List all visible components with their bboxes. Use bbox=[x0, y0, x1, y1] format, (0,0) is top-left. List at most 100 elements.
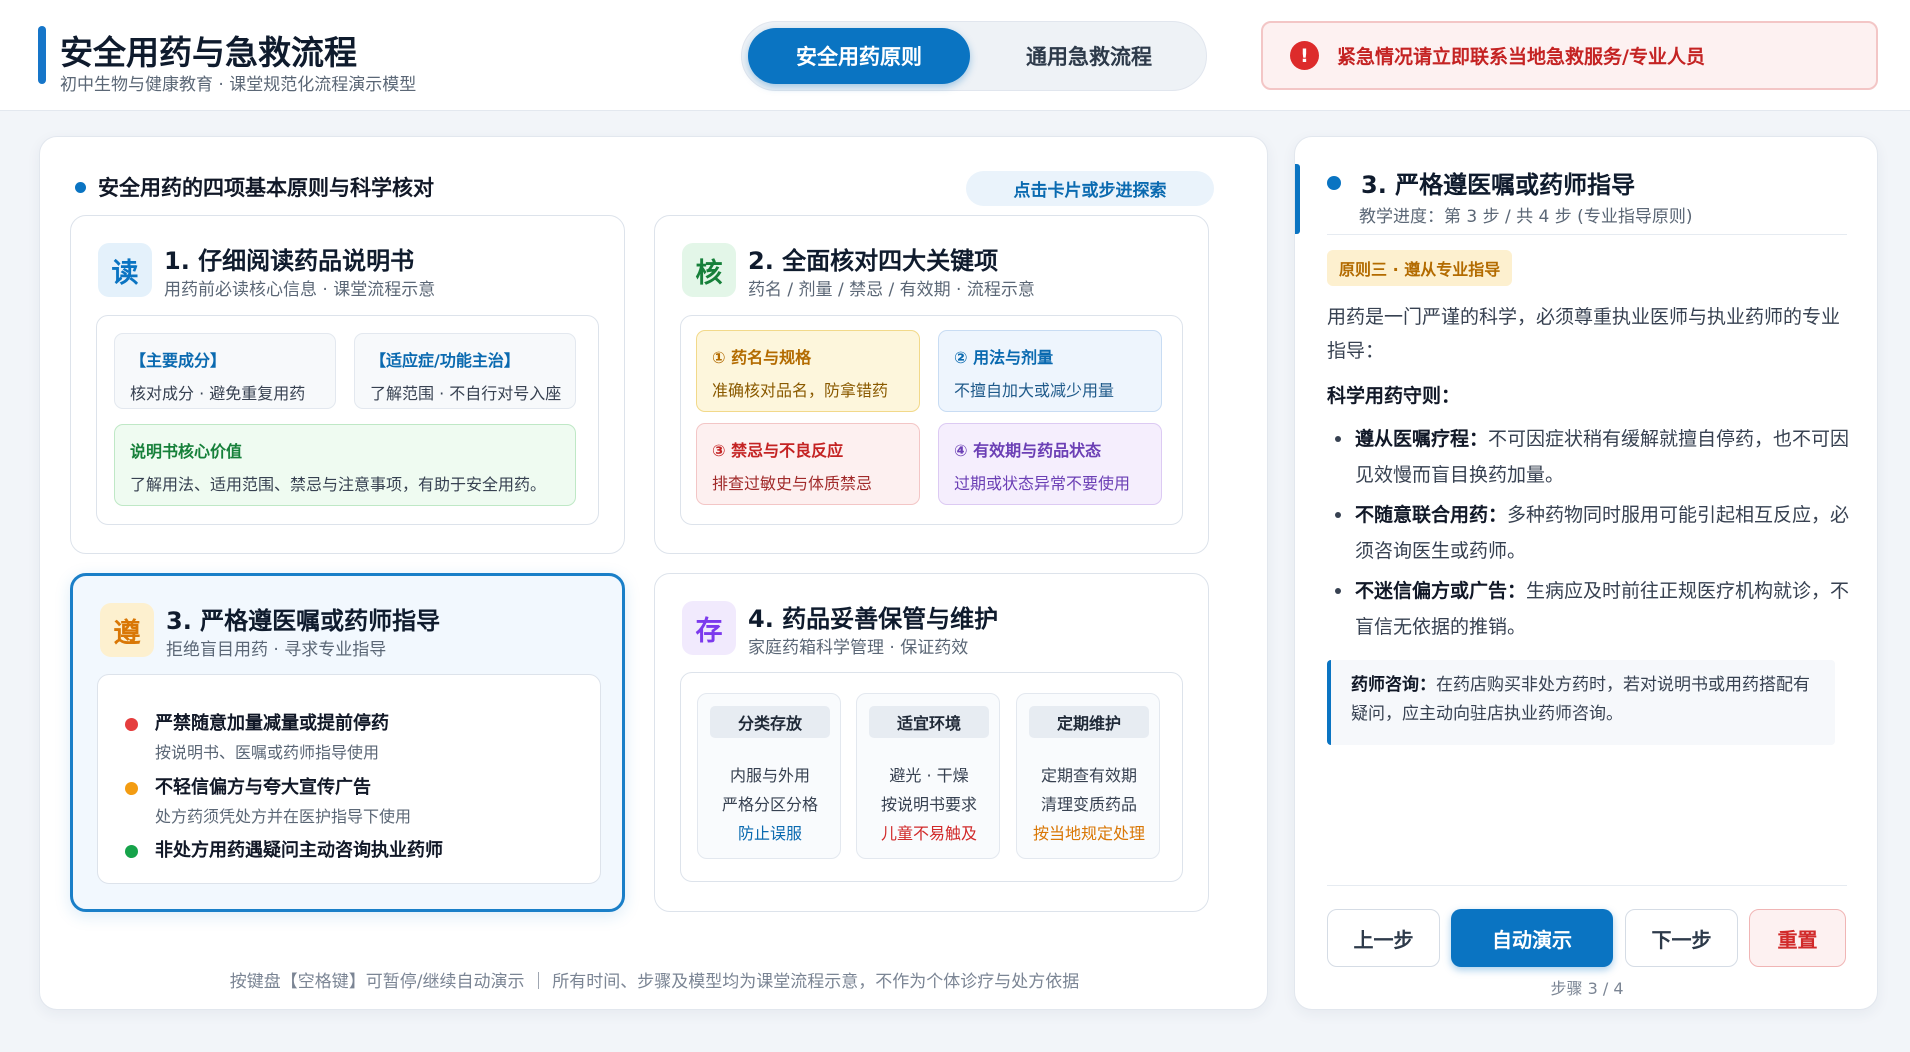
rule-bold: 不随意联合用药： bbox=[1355, 504, 1508, 526]
box-text: 排查过敏史与体质禁忌 bbox=[712, 474, 873, 493]
box-expiry-status: ④ 有效期与药品状态 过期或状态异常不要使用 bbox=[938, 423, 1162, 505]
card-subtitle: 用药前必读核心信息 · 课堂流程示意 bbox=[164, 280, 436, 300]
title-accent-bar bbox=[38, 26, 46, 84]
card-subtitle: 药名 / 剂量 / 禁忌 / 有效期 · 流程示意 bbox=[748, 280, 1035, 300]
bullet-dot-icon bbox=[75, 181, 86, 193]
column-line: 按说明书要求 bbox=[880, 795, 977, 814]
bullet-heading: 不轻信偏方与夸大宣传广告 bbox=[155, 777, 371, 798]
reset-button[interactable]: 重置 bbox=[1749, 909, 1846, 967]
box-text: 了解范围 · 不自行对号入座 bbox=[370, 384, 562, 403]
box-name-spec: ① 药名与规格 准确核对品名，防拿错药 bbox=[696, 330, 920, 412]
consult-bold: 药师咨询： bbox=[1351, 675, 1436, 695]
exclamation-icon: ! bbox=[1290, 41, 1319, 70]
emergency-alert-text: 紧急情况请立即联系当地急救服务/专业人员 bbox=[1337, 46, 1705, 68]
green-dot-icon bbox=[125, 845, 138, 858]
box-heading: ④ 有效期与药品状态 bbox=[954, 441, 1102, 460]
mode-switch: 安全用药原则 通用急救流程 bbox=[741, 21, 1207, 91]
step-indicator: 步骤 3 / 4 bbox=[1550, 979, 1624, 998]
column-heading: 适宜环境 bbox=[869, 706, 989, 738]
page-subtitle: 初中生物与健康教育 · 课堂规范化流程演示模型 bbox=[60, 75, 417, 95]
section-title: 安全用药的四项基本原则与科学核对 bbox=[75, 172, 434, 202]
read-badge-icon: 读 bbox=[98, 243, 152, 297]
box-text: 准确核对品名，防拿错药 bbox=[712, 381, 889, 400]
storage-column: 定期维护 定期查有效期 清理变质药品 按当地规定处理 bbox=[1016, 693, 1160, 859]
app-header: 安全用药与急救流程 初中生物与健康教育 · 课堂规范化流程演示模型 安全用药原则… bbox=[0, 0, 1910, 111]
card-title: 3. 严格遵医嘱或药师指导 bbox=[166, 607, 441, 635]
follow-badge-icon: 遵 bbox=[100, 603, 154, 657]
detail-title-text: 3. 严格遵医嘱或药师指导 bbox=[1361, 171, 1636, 199]
card-title: 1. 仔细阅读药品说明书 bbox=[164, 247, 415, 275]
box-contraindications: ③ 禁忌与不良反应 排查过敏史与体质禁忌 bbox=[696, 423, 920, 505]
column-line: 定期查有效期 bbox=[1040, 766, 1137, 785]
storage-column: 适宜环境 避光 · 干燥 按说明书要求 儿童不易触及 bbox=[856, 693, 1000, 859]
box-ingredients: 【主要成分】 核对成分 · 避免重复用药 bbox=[114, 333, 336, 409]
box-usage-dosage: ② 用法与剂量 不擅自加大或减少用量 bbox=[938, 330, 1162, 412]
column-line: 按当地规定处理 bbox=[1032, 824, 1145, 843]
card-verify-items[interactable]: 核 2. 全面核对四大关键项 药名 / 剂量 / 禁忌 / 有效期 · 流程示意… bbox=[654, 215, 1209, 554]
bullet-dot-icon bbox=[1335, 436, 1341, 442]
rule-bold: 不迷信偏方或广告： bbox=[1355, 580, 1527, 602]
box-heading: ① 药名与规格 bbox=[712, 348, 812, 367]
orange-dot-icon bbox=[125, 782, 138, 795]
card-read-instructions[interactable]: 读 1. 仔细阅读药品说明书 用药前必读核心信息 · 课堂流程示意 【主要成分】… bbox=[70, 215, 625, 554]
card-subtitle: 拒绝盲目用药 · 寻求专业指导 bbox=[166, 640, 387, 660]
tab-safe-medication[interactable]: 安全用药原则 bbox=[748, 28, 970, 84]
card-inner: 严禁随意加量减量或提前停药 按说明书、医嘱或药师指导使用 不轻信偏方与夸大宣传广… bbox=[97, 674, 601, 884]
column-line: 严格分区分格 bbox=[721, 795, 818, 814]
box-heading: 说明书核心价值 bbox=[130, 442, 243, 461]
column-line: 避光 · 干燥 bbox=[889, 766, 969, 785]
card-title: 4. 药品妥善保管与维护 bbox=[748, 605, 999, 633]
detail-intro: 用药是一门严谨的科学，必须尊重执业医师与执业药师的专业指导： bbox=[1327, 306, 1841, 362]
verify-badge-icon: 核 bbox=[682, 243, 736, 297]
next-step-button[interactable]: 下一步 bbox=[1625, 909, 1738, 967]
bullet-heading: 非处方用药遇疑问主动咨询执业药师 bbox=[155, 840, 443, 861]
box-text: 了解用法、适用范围、禁忌与注意事项，有助于安全用药。 bbox=[130, 475, 547, 494]
divider bbox=[1327, 885, 1847, 886]
red-dot-icon bbox=[125, 718, 138, 731]
box-heading: 【适应症/功能主治】 bbox=[370, 351, 520, 370]
card-inner: ① 药名与规格 准确核对品名，防拿错药 ② 用法与剂量 不擅自加大或减少用量 ③… bbox=[680, 315, 1183, 525]
page-title: 安全用药与急救流程 bbox=[60, 33, 357, 72]
detail-accent-bar bbox=[1295, 164, 1300, 234]
rules-heading: 科学用药守则： bbox=[1327, 385, 1461, 407]
bullet-text: 按说明书、医嘱或药师指导使用 bbox=[155, 743, 380, 762]
storage-column: 分类存放 内服与外用 严格分区分格 防止误服 bbox=[697, 693, 841, 859]
card-inner: 【主要成分】 核对成分 · 避免重复用药 【适应症/功能主治】 了解范围 · 不… bbox=[96, 315, 599, 525]
column-line: 儿童不易触及 bbox=[880, 824, 977, 843]
explore-hint: 点击卡片或步进探索 bbox=[966, 171, 1214, 206]
detail-title: 3. 严格遵医嘱或药师指导 bbox=[1327, 165, 1635, 200]
storage-badge-icon: 存 bbox=[682, 601, 736, 655]
box-heading: 【主要成分】 bbox=[130, 351, 227, 370]
card-follow-guidance[interactable]: 遵 3. 严格遵医嘱或药师指导 拒绝盲目用药 · 寻求专业指导 严禁随意加量减量… bbox=[70, 573, 625, 912]
box-heading: ③ 禁忌与不良反应 bbox=[712, 441, 844, 460]
teaching-progress: 教学进度：第 3 步 / 共 4 步 (专业指导原则) bbox=[1359, 207, 1693, 227]
rule-bold: 遵从医嘱疗程： bbox=[1355, 428, 1489, 450]
detail-panel: 3. 严格遵医嘱或药师指导 教学进度：第 3 步 / 共 4 步 (专业指导原则… bbox=[1294, 136, 1878, 1010]
principle-tag: 原则三 · 遵从专业指导 bbox=[1327, 250, 1513, 286]
bullet-text: 处方药须凭处方并在医护指导下使用 bbox=[155, 807, 412, 826]
emergency-alert: ! 紧急情况请立即联系当地急救服务/专业人员 bbox=[1261, 21, 1878, 90]
column-line: 内服与外用 bbox=[729, 766, 810, 785]
pharmacist-consult-note: 药师咨询：在药店购买非处方药时，若对说明书或用药搭配有疑问，应主动向驻店执业药师… bbox=[1327, 660, 1835, 745]
card-title: 2. 全面核对四大关键项 bbox=[748, 247, 999, 275]
column-line: 清理变质药品 bbox=[1040, 795, 1137, 814]
principles-panel: 安全用药的四项基本原则与科学核对 点击卡片或步进探索 读 1. 仔细阅读药品说明… bbox=[39, 136, 1268, 1010]
bullet-dot-icon bbox=[1327, 175, 1341, 190]
box-text: 不擅自加大或减少用量 bbox=[954, 381, 1115, 400]
divider bbox=[1327, 234, 1847, 235]
card-subtitle: 家庭药箱科学管理 · 保证药效 bbox=[748, 638, 969, 658]
section-title-text: 安全用药的四项基本原则与科学核对 bbox=[98, 176, 434, 200]
box-indications: 【适应症/功能主治】 了解范围 · 不自行对号入座 bbox=[354, 333, 576, 409]
bullet-dot-icon bbox=[1335, 512, 1341, 518]
bullet-heading: 严禁随意加量减量或提前停药 bbox=[155, 713, 389, 734]
tab-first-aid[interactable]: 通用急救流程 bbox=[978, 28, 1200, 84]
card-inner: 分类存放 内服与外用 严格分区分格 防止误服 适宜环境 避光 · 干燥 按说明书… bbox=[680, 672, 1183, 882]
auto-play-button[interactable]: 自动演示 bbox=[1451, 909, 1613, 967]
card-storage[interactable]: 存 4. 药品妥善保管与维护 家庭药箱科学管理 · 保证药效 分类存放 内服与外… bbox=[654, 573, 1209, 912]
column-heading: 定期维护 bbox=[1029, 706, 1149, 738]
bullet-dot-icon bbox=[1335, 588, 1341, 594]
column-heading: 分类存放 bbox=[710, 706, 830, 738]
prev-step-button[interactable]: 上一步 bbox=[1327, 909, 1440, 967]
box-text: 核对成分 · 避免重复用药 bbox=[130, 384, 306, 403]
box-core-value: 说明书核心价值 了解用法、适用范围、禁忌与注意事项，有助于安全用药。 bbox=[114, 424, 576, 506]
